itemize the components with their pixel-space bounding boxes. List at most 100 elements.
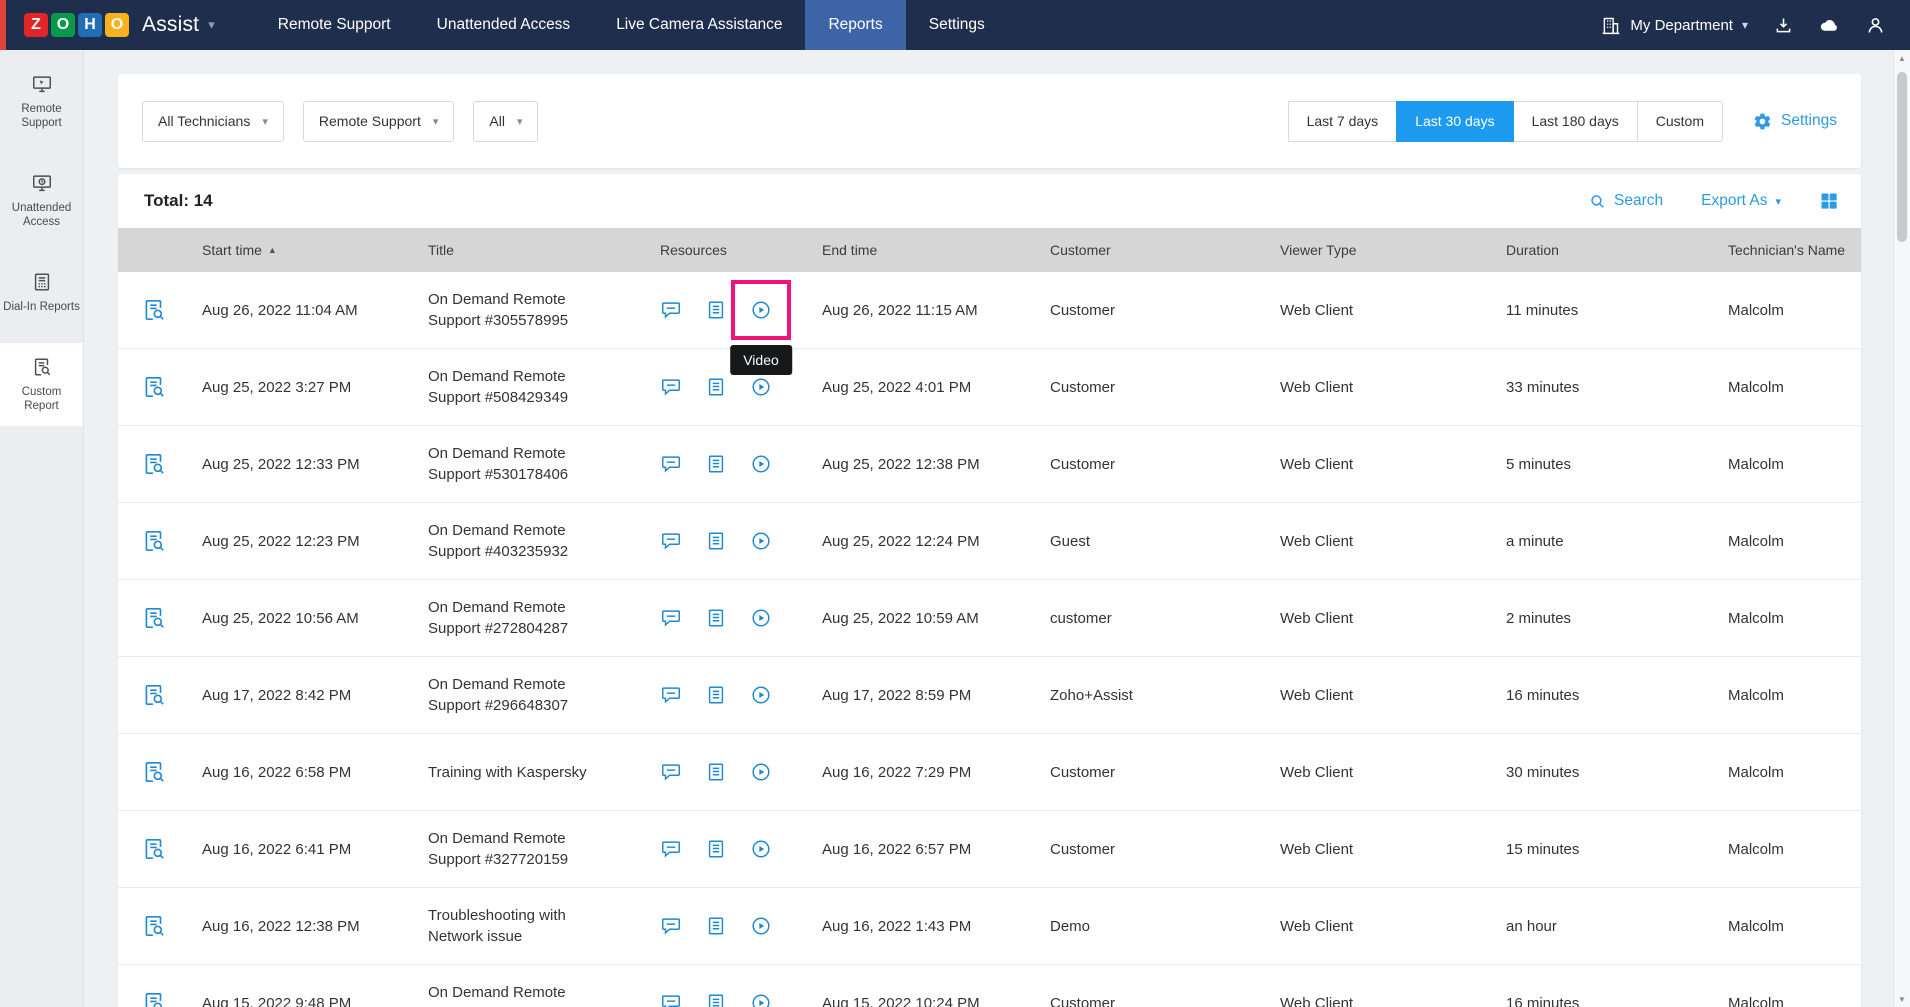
col-viewer-type[interactable]: Viewer Type [1280, 242, 1506, 258]
session-notes-icon[interactable] [705, 607, 727, 629]
chat-transcript-icon[interactable] [660, 299, 682, 321]
session-notes-icon[interactable] [705, 684, 727, 706]
nav-item[interactable]: Unattended Access [414, 0, 594, 50]
video-recording-icon[interactable]: Video [750, 299, 772, 321]
user-account-icon[interactable] [1865, 15, 1886, 36]
session-notes-icon[interactable] [705, 530, 727, 552]
col-duration[interactable]: Duration [1506, 242, 1728, 258]
session-report-icon[interactable] [141, 682, 167, 708]
sidebar-item-dial-in-reports[interactable]: Dial-In Reports [0, 258, 83, 327]
nav-item[interactable]: Settings [906, 0, 1008, 50]
col-label: Technician's Name [1728, 242, 1845, 258]
column-view-button[interactable] [1819, 191, 1839, 211]
session-report-icon[interactable] [141, 297, 167, 323]
video-recording-icon[interactable] [750, 992, 772, 1007]
session-notes-icon[interactable] [705, 838, 727, 860]
video-recording-icon[interactable] [750, 838, 772, 860]
table-row[interactable]: Aug 17, 2022 8:42 PM On Demand Remote Su… [118, 657, 1861, 734]
zoho-assist-logo[interactable]: ZOHO Assist ▾ [24, 13, 215, 37]
session-report-icon[interactable] [141, 913, 167, 939]
session-notes-icon[interactable] [705, 761, 727, 783]
department-selector[interactable]: My Department ▾ [1600, 15, 1748, 36]
table-row[interactable]: Aug 16, 2022 6:41 PM On Demand Remote Su… [118, 811, 1861, 888]
table-row[interactable]: Aug 25, 2022 3:27 PM On Demand Remote Su… [118, 349, 1861, 426]
chat-transcript-icon[interactable] [660, 915, 682, 937]
col-resources[interactable]: Resources [660, 242, 822, 258]
cell-end-time: Aug 25, 2022 4:01 PM [822, 379, 1050, 396]
col-customer[interactable]: Customer [1050, 242, 1280, 258]
service-filter-dropdown[interactable]: Remote Support ▾ [303, 101, 454, 142]
nav-item[interactable]: Live Camera Assistance [593, 0, 805, 50]
chat-transcript-icon[interactable] [660, 376, 682, 398]
session-notes-icon[interactable] [705, 992, 727, 1007]
chat-transcript-icon[interactable] [660, 684, 682, 706]
video-recording-icon[interactable] [750, 530, 772, 552]
sidebar-item-custom-report[interactable]: Custom Report [0, 343, 83, 426]
technician-filter-dropdown[interactable]: All Technicians ▾ [142, 101, 284, 142]
product-name: Assist [142, 13, 199, 37]
table-row[interactable]: Aug 16, 2022 6:58 PM Training with Kaspe… [118, 734, 1861, 811]
col-start-time[interactable]: Start time ▲ [202, 242, 428, 258]
chat-transcript-icon[interactable] [660, 530, 682, 552]
date-range-button[interactable]: Last 180 days [1513, 101, 1638, 142]
scroll-up-arrow[interactable]: ▲ [1894, 50, 1910, 66]
video-recording-icon[interactable] [750, 607, 772, 629]
service-filter-value: Remote Support [319, 113, 421, 129]
cell-start-time: Aug 15, 2022 9:48 PM [202, 995, 428, 1007]
table-row[interactable]: Aug 26, 2022 11:04 AM On Demand Remote S… [118, 272, 1861, 349]
session-report-icon[interactable] [141, 374, 167, 400]
video-recording-icon[interactable] [750, 684, 772, 706]
scroll-down-arrow[interactable]: ▼ [1894, 991, 1910, 1007]
chevron-down-icon: ▾ [1742, 18, 1748, 32]
nav-item[interactable]: Remote Support [255, 0, 414, 50]
filter-bar: All Technicians ▾ Remote Support ▾ All ▾… [118, 74, 1861, 168]
session-report-icon[interactable] [141, 451, 167, 477]
video-recording-icon[interactable] [750, 761, 772, 783]
session-report-icon[interactable] [141, 528, 167, 554]
table-row[interactable]: Aug 15, 2022 9:48 PM On Demand Remote Su… [118, 965, 1861, 1007]
date-range-button[interactable]: Last 30 days [1396, 101, 1513, 142]
chat-transcript-icon[interactable] [660, 838, 682, 860]
cell-lead [118, 605, 202, 631]
sidebar-item-unattended-access[interactable]: Unattended Access [0, 159, 83, 242]
table-row[interactable]: Aug 25, 2022 12:33 PM On Demand Remote S… [118, 426, 1861, 503]
cell-duration: a minute [1506, 533, 1728, 550]
chevron-down-icon[interactable]: ▾ [208, 17, 215, 33]
export-as-dropdown[interactable]: Export As ▾ [1701, 192, 1781, 210]
cell-start-time: Aug 26, 2022 11:04 AM [202, 302, 428, 319]
date-range-button[interactable]: Last 7 days [1288, 101, 1398, 142]
session-report-icon[interactable] [141, 990, 167, 1007]
session-notes-icon[interactable] [705, 299, 727, 321]
search-button[interactable]: Search [1589, 192, 1663, 210]
table-row[interactable]: Aug 16, 2022 12:38 PM Troubleshooting wi… [118, 888, 1861, 965]
cloud-icon[interactable] [1819, 15, 1840, 36]
scrollbar-thumb[interactable] [1897, 72, 1907, 242]
chat-transcript-icon[interactable] [660, 607, 682, 629]
scope-filter-dropdown[interactable]: All ▾ [473, 101, 538, 142]
report-settings-link[interactable]: Settings [1753, 112, 1837, 131]
chat-transcript-icon[interactable] [660, 761, 682, 783]
sidebar-item-remote-support[interactable]: Remote Support [0, 60, 83, 143]
session-notes-icon[interactable] [705, 915, 727, 937]
session-notes-icon[interactable] [705, 376, 727, 398]
col-end-time[interactable]: End time [822, 242, 1050, 258]
video-recording-icon[interactable] [750, 915, 772, 937]
col-title[interactable]: Title [428, 242, 660, 258]
custom-report-icon [31, 356, 53, 378]
table-row[interactable]: Aug 25, 2022 12:23 PM On Demand Remote S… [118, 503, 1861, 580]
video-recording-icon[interactable] [750, 453, 772, 475]
date-range-button[interactable]: Custom [1637, 101, 1723, 142]
cell-viewer-type: Web Client [1280, 764, 1506, 781]
table-row[interactable]: Aug 25, 2022 10:56 AM On Demand Remote S… [118, 580, 1861, 657]
chat-transcript-icon[interactable] [660, 992, 682, 1007]
nav-item[interactable]: Reports [805, 0, 905, 50]
download-icon[interactable] [1773, 15, 1794, 36]
col-technician-name[interactable]: Technician's Name [1728, 242, 1861, 258]
session-report-icon[interactable] [141, 836, 167, 862]
session-report-icon[interactable] [141, 759, 167, 785]
video-recording-icon[interactable] [750, 376, 772, 398]
session-notes-icon[interactable] [705, 453, 727, 475]
session-report-icon[interactable] [141, 605, 167, 631]
cell-viewer-type: Web Client [1280, 379, 1506, 396]
chat-transcript-icon[interactable] [660, 453, 682, 475]
